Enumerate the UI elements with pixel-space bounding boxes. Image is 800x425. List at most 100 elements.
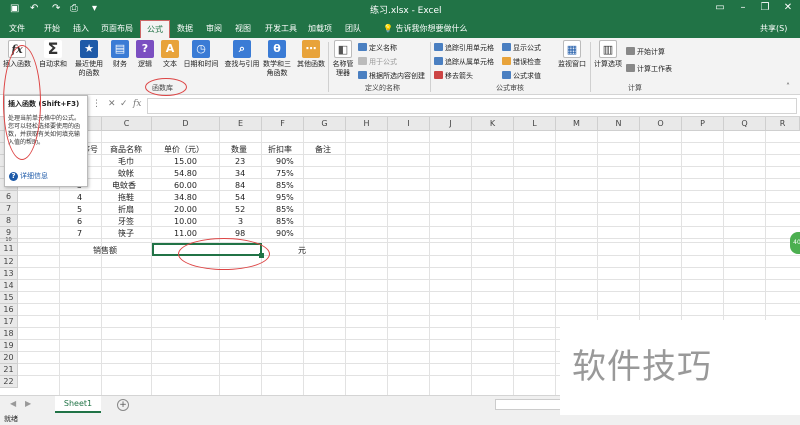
print-icon[interactable]: ⎙	[70, 3, 78, 15]
row-header[interactable]: 17	[0, 316, 18, 328]
name-manager-button[interactable]: ◧ 名称管理器	[330, 40, 356, 78]
row-header[interactable]: 18	[0, 328, 18, 340]
cell-name[interactable]: 拖鞋	[118, 192, 134, 203]
share-button[interactable]: 共享(S)	[760, 23, 787, 34]
cell-seq[interactable]: 4	[77, 192, 82, 203]
column-header[interactable]: R	[766, 117, 800, 131]
tell-me-box[interactable]: 💡 告诉我你想要做什么	[383, 23, 468, 34]
column-header[interactable]: J	[430, 117, 472, 131]
cell-header-note[interactable]: 备注	[315, 144, 331, 155]
minimize-icon[interactable]: –	[733, 2, 753, 13]
ribbon-display-icon[interactable]: ▭	[710, 2, 730, 13]
evaluate-formula-button[interactable]: 公式求值	[502, 71, 541, 81]
row-header[interactable]: 11	[0, 243, 18, 256]
column-header[interactable]: K	[472, 117, 514, 131]
cancel-icon[interactable]: ✕	[108, 99, 116, 109]
tab-formulas[interactable]: 公式	[140, 20, 170, 38]
row-header[interactable]: 8	[0, 215, 18, 227]
row-header[interactable]: 16	[0, 304, 18, 316]
column-header[interactable]: Q	[724, 117, 766, 131]
cell-sales-label[interactable]: 销售额	[93, 245, 117, 256]
more-functions-button[interactable]: ⋯ 其他函数	[294, 40, 328, 69]
text-button[interactable]: A 文本	[160, 40, 180, 69]
column-header[interactable]: O	[640, 117, 682, 131]
recent-functions-button[interactable]: ★ 最近使用的函数	[72, 40, 106, 78]
autosum-button[interactable]: Σ 自动求和	[36, 40, 70, 69]
restore-icon[interactable]: ❐	[755, 2, 775, 13]
column-header[interactable]: F	[262, 117, 304, 131]
row-header[interactable]: 12	[0, 256, 18, 268]
tab-review[interactable]: 审阅	[206, 23, 222, 34]
cell-discount[interactable]: 85%	[276, 216, 294, 227]
cell-name[interactable]: 毛巾	[118, 156, 134, 167]
cell-discount[interactable]: 90%	[276, 228, 294, 239]
row-header[interactable]: 7	[0, 203, 18, 215]
calculation-options-button[interactable]: ▥ 计算选项	[593, 40, 623, 69]
insert-function-fx-icon[interactable]: fx	[133, 99, 141, 109]
cell-seq[interactable]: 7	[77, 228, 82, 239]
cell-header-price[interactable]: 单价（元）	[164, 144, 204, 155]
cell-price[interactable]: 20.00	[174, 204, 197, 215]
cell-qty[interactable]: 98	[235, 228, 245, 239]
row-header[interactable]: 14	[0, 280, 18, 292]
define-name-button[interactable]: 定义名称	[358, 43, 397, 53]
column-header[interactable]: N	[598, 117, 640, 131]
add-sheet-icon[interactable]: +	[117, 399, 129, 411]
calculate-now-button[interactable]: 开始计算	[626, 47, 665, 57]
tab-file[interactable]: 文件	[9, 23, 25, 34]
cell-sales-unit[interactable]: 元	[298, 245, 306, 256]
tab-page-layout[interactable]: 页面布局	[101, 23, 133, 34]
undo-icon[interactable]: ↶	[30, 3, 38, 15]
tab-view[interactable]: 视图	[235, 23, 251, 34]
cell-discount[interactable]: 85%	[276, 180, 294, 191]
scroll-right-icon[interactable]: ▶	[25, 399, 31, 408]
cell-name[interactable]: 折扇	[118, 204, 134, 215]
cell-name[interactable]: 蚊帐	[118, 168, 134, 179]
cell-header-discount[interactable]: 折扣率	[268, 144, 292, 155]
enter-icon[interactable]: ✓	[120, 99, 128, 109]
tooltip-more-info-link[interactable]: ? 详细信息	[9, 171, 48, 181]
cell-name[interactable]: 筷子	[118, 228, 134, 239]
cell-seq[interactable]: 5	[77, 204, 82, 215]
cell-price[interactable]: 15.00	[174, 156, 197, 167]
cell-qty[interactable]: 23	[235, 156, 245, 167]
error-checking-button[interactable]: 错误检查	[502, 57, 541, 67]
column-header[interactable]: G	[304, 117, 346, 131]
show-formulas-button[interactable]: 显示公式	[502, 43, 541, 53]
cell-qty[interactable]: 34	[235, 168, 245, 179]
cell-discount[interactable]: 75%	[276, 168, 294, 179]
sheet-tab[interactable]: Sheet1	[55, 396, 101, 413]
row-header[interactable]: 13	[0, 268, 18, 280]
use-in-formula-button[interactable]: 用于公式	[358, 57, 397, 67]
cell-discount[interactable]: 95%	[276, 192, 294, 203]
tab-team[interactable]: 团队	[345, 23, 361, 34]
tab-insert[interactable]: 插入	[73, 23, 89, 34]
save-icon[interactable]: ▣	[10, 3, 19, 15]
cell-header-qty[interactable]: 数量	[231, 144, 247, 155]
calculate-sheet-button[interactable]: 计算工作表	[626, 64, 672, 74]
cell-price[interactable]: 34.80	[174, 192, 197, 203]
column-header[interactable]: D	[152, 117, 220, 131]
row-header[interactable]: 21	[0, 364, 18, 376]
tab-addins[interactable]: 加载项	[308, 23, 332, 34]
column-header[interactable]: P	[682, 117, 724, 131]
trace-dependents-button[interactable]: 追踪从属单元格	[434, 57, 494, 67]
cell-qty[interactable]: 3	[238, 216, 243, 227]
row-header[interactable]: 20	[0, 352, 18, 364]
cell-price[interactable]: 11.00	[174, 228, 197, 239]
row-header[interactable]: 22	[0, 376, 18, 388]
cell-price[interactable]: 54.80	[174, 168, 197, 179]
cell-price[interactable]: 60.00	[174, 180, 197, 191]
cell-discount[interactable]: 85%	[276, 204, 294, 215]
redo-icon[interactable]: ↷	[52, 3, 60, 15]
column-header[interactable]: E	[220, 117, 262, 131]
row-header[interactable]: 19	[0, 340, 18, 352]
column-header[interactable]: M	[556, 117, 598, 131]
financial-button[interactable]: ▤ 财务	[110, 40, 130, 69]
cell-seq[interactable]: 6	[77, 216, 82, 227]
tab-data[interactable]: 数据	[177, 23, 193, 34]
column-header[interactable]: L	[514, 117, 556, 131]
remove-arrows-button[interactable]: 移去箭头	[434, 71, 473, 81]
scroll-left-icon[interactable]: ◀	[10, 399, 16, 408]
column-header[interactable]: C	[102, 117, 152, 131]
